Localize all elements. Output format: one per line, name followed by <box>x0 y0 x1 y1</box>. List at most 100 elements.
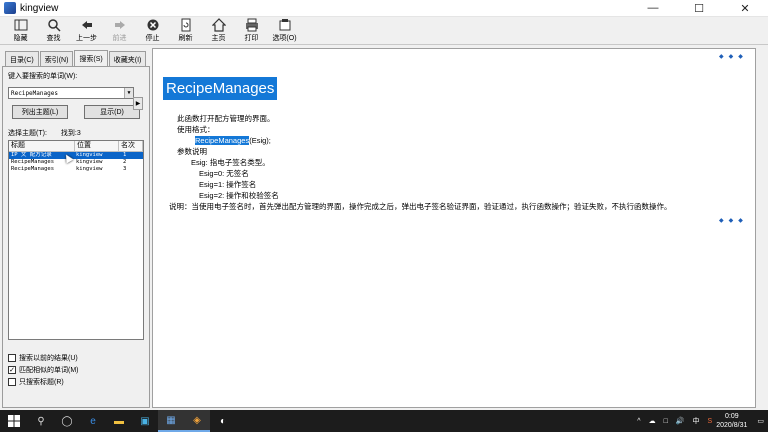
search-input[interactable]: RecipeManages ▼ <box>8 87 134 99</box>
prev-topic-icon[interactable]: ◆ <box>719 217 724 224</box>
print-button[interactable]: 打印 <box>235 18 268 44</box>
table-header: 标题 位置 名次 <box>9 141 143 152</box>
checkbox-label: 匹配相似的单词(M) <box>19 367 79 374</box>
help-app-icon[interactable]: ◈ <box>184 410 210 432</box>
refresh-label: 刷新 <box>178 35 193 42</box>
row-title: RecipeManages <box>11 166 55 172</box>
prev-topic-icon[interactable]: ◆ <box>719 53 724 60</box>
clock-time: 0:09 <box>724 413 739 420</box>
param-option-0: Esig=0: 无签名 <box>199 169 249 178</box>
media-app-icon[interactable]: ◐ <box>210 410 236 432</box>
table-row[interactable]: RecipeManages kingview 2 <box>9 159 143 166</box>
param-option-1: Esig=1: 操作签名 <box>199 180 257 189</box>
checkbox-label: 只搜索标题(R) <box>19 379 64 386</box>
forward-label: 前进 <box>112 35 127 42</box>
next-topic-icon[interactable]: ◆ <box>738 53 743 60</box>
titles-only-checkbox[interactable]: 只搜索标题(R) <box>8 376 144 388</box>
task-view-icon[interactable]: ◯ <box>54 410 80 432</box>
search-tab-panel: 键入要搜索的单词(W): RecipeManages ▼ ▶ 列出主题(L) 显… <box>2 66 150 408</box>
store-icon[interactable]: ▣ <box>132 410 158 432</box>
usage-label: 使用格式： <box>177 125 215 134</box>
nav-tabs: 目录(C) 索引(N) 搜索(S) 收藏夹(I) <box>2 48 150 67</box>
network-icon[interactable]: □ <box>664 418 668 425</box>
vertical-scrollbar[interactable] <box>756 48 768 408</box>
home-button[interactable]: 主页 <box>202 18 235 44</box>
search-input-value: RecipeManages <box>11 90 58 97</box>
note-text: 说明：当使用电子签名时，首先弹出配方管理的界面，操作完成之后，弹出电子签名验证界… <box>169 202 672 211</box>
display-button[interactable]: 显示(D) <box>84 105 140 119</box>
cloud-icon[interactable]: ☁ <box>649 417 656 425</box>
found-count: 找到:3 <box>60 130 81 137</box>
col-rank[interactable]: 名次 <box>119 141 143 152</box>
param-esig: Esig: 指电子签名类型。 <box>191 158 270 167</box>
row-location: kingview <box>76 159 103 165</box>
back-button[interactable]: 上一步 <box>70 18 103 44</box>
back-label: 上一步 <box>76 35 97 42</box>
file-explorer-icon[interactable]: ▬ <box>106 410 132 432</box>
stop-button[interactable]: 停止 <box>136 18 169 44</box>
results-table: 标题 位置 名次 IP 文 配方记录 kingview 1 RecipeMana… <box>8 140 144 340</box>
minimize-button[interactable]: — <box>630 0 676 17</box>
back-arrow-icon <box>81 21 92 29</box>
checkbox-box[interactable] <box>8 378 16 386</box>
tab-search[interactable]: 搜索(S) <box>74 50 108 67</box>
search-prompt: 键入要搜索的单词(W): <box>8 73 78 80</box>
toolbar: 隐藏 查找 上一步 前进 停止 刷新 主页 打印 选项(O) <box>0 17 768 45</box>
clock-date: 2020/8/31 <box>716 422 748 429</box>
stop-icon <box>147 19 158 31</box>
next-topic-icon[interactable]: ◆ <box>738 217 743 224</box>
input-method-icon[interactable]: 中 <box>693 416 700 426</box>
clock[interactable]: 0:09 2020/8/31 <box>716 412 747 430</box>
kingview-app-icon[interactable]: ▦ <box>158 410 184 432</box>
navigation-pane: 目录(C) 索引(N) 搜索(S) 收藏夹(I) 键入要搜索的单词(W): Re… <box>2 48 150 408</box>
col-location[interactable]: 位置 <box>75 141 119 152</box>
tab-contents[interactable]: 目录(C) <box>5 51 39 66</box>
tab-index[interactable]: 索引(N) <box>39 51 74 66</box>
start-button[interactable] <box>0 410 28 432</box>
topic-content: ◆ ◆ ◆ RecipeManages 此函数打开配方管理的界面。 使用格式： … <box>152 48 756 408</box>
row-rank: 2 <box>123 159 127 165</box>
list-topics-button[interactable]: 列出主题(L) <box>12 105 68 119</box>
search-arrow-button[interactable]: ▶ <box>133 97 143 110</box>
checkbox-box[interactable] <box>8 354 16 362</box>
notifications-icon[interactable]: ▭ <box>757 417 764 425</box>
sogou-icon[interactable]: S <box>708 418 713 425</box>
taskbar: ⚲ ◯ e ▬ ▣ ▦ ◈ ◐ ^ ☁ □ 🔊 中 S 0:09 2020/8/… <box>0 410 768 432</box>
hide-icon <box>14 19 27 31</box>
topic-nav-bottom: ◆ ◆ ◆ <box>719 217 743 224</box>
window-title: kingview <box>20 2 59 14</box>
hide-button[interactable]: 隐藏 <box>4 18 37 44</box>
row-rank: 1 <box>123 152 127 158</box>
description: 此函数打开配方管理的界面。 <box>177 114 275 123</box>
find-button[interactable]: 查找 <box>37 18 70 44</box>
checkbox-box[interactable]: ✓ <box>8 366 16 374</box>
tab-favorites[interactable]: 收藏夹(I) <box>108 51 147 66</box>
show-hidden-icons-icon[interactable]: ^ <box>637 418 640 425</box>
find-icon <box>47 19 61 32</box>
match-similar-checkbox[interactable]: ✓ 匹配相似的单词(M) <box>8 364 144 376</box>
options-button[interactable]: 选项(O) <box>268 18 301 44</box>
options-icon <box>279 19 290 31</box>
maximize-button[interactable]: ☐ <box>676 0 722 17</box>
volume-icon[interactable]: 🔊 <box>676 417 685 425</box>
refresh-button[interactable]: 刷新 <box>169 18 202 44</box>
print-label: 打印 <box>244 35 259 42</box>
forward-button[interactable]: 前进 <box>103 18 136 44</box>
forward-arrow-icon <box>114 21 125 29</box>
up-topic-icon[interactable]: ◆ <box>729 217 734 224</box>
edge-browser-icon[interactable]: e <box>80 410 106 432</box>
app-icon <box>4 2 16 14</box>
usage-args: (Esig); <box>249 136 271 145</box>
system-tray: ^ ☁ □ 🔊 中 S 0:09 2020/8/31 ▭ <box>633 412 768 430</box>
chevron-down-icon[interactable]: ▼ <box>124 88 133 98</box>
close-button[interactable]: ✕ <box>722 0 768 17</box>
table-row[interactable]: RecipeManages kingview 3 <box>9 166 143 173</box>
up-topic-icon[interactable]: ◆ <box>729 53 734 60</box>
col-title[interactable]: 标题 <box>9 141 75 152</box>
title-bar: kingview — ☐ ✕ <box>0 0 768 17</box>
search-previous-checkbox[interactable]: 搜索以前的结果(U) <box>8 352 144 364</box>
search-icon[interactable]: ⚲ <box>28 410 54 432</box>
table-row[interactable]: IP 文 配方记录 kingview 1 <box>9 152 143 159</box>
params-label: 参数说明 <box>177 147 207 156</box>
find-label: 查找 <box>46 35 61 42</box>
